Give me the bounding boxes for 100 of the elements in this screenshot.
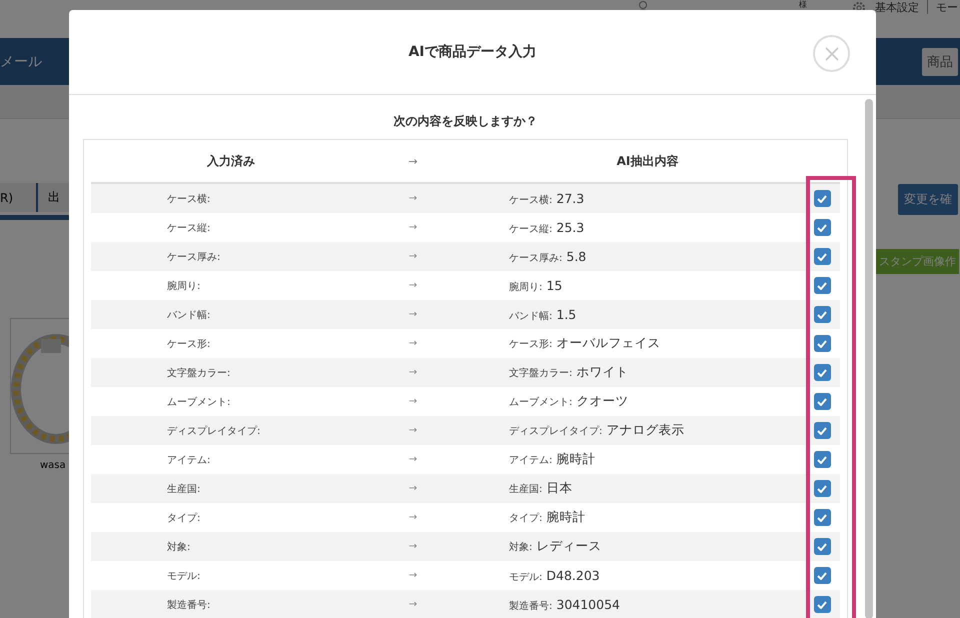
field-label: バンド幅: xyxy=(509,310,552,322)
field-value: 腕時計 xyxy=(546,509,586,526)
tab[interactable]: R) xyxy=(0,183,38,212)
nav-title: メール xyxy=(0,52,42,70)
field-value: 15 xyxy=(546,278,562,292)
check-icon xyxy=(817,514,827,522)
mode-link[interactable]: モー xyxy=(936,0,958,15)
arrow-text: → xyxy=(408,367,418,378)
field-label: 文字盤カラー: xyxy=(166,366,232,380)
close-icon xyxy=(824,46,840,62)
field-label: 対象: xyxy=(509,540,532,554)
question-text: 次の内容を反映しますか？ xyxy=(392,113,538,130)
field-value: 27.3 xyxy=(556,190,584,206)
checkbox[interactable] xyxy=(814,219,830,236)
check-icon xyxy=(817,194,827,202)
arrow-text: → xyxy=(408,222,418,233)
arrow-text: → xyxy=(408,193,418,204)
check-icon xyxy=(817,426,827,434)
confirm-button[interactable]: 変更を確 xyxy=(898,184,958,215)
arrow-text: → xyxy=(408,570,418,581)
field-value: 1.5 xyxy=(556,306,576,322)
check-icon xyxy=(817,484,827,492)
checkbox[interactable] xyxy=(814,190,830,207)
arrow-text: → xyxy=(407,154,419,168)
field-label: モデル: xyxy=(509,570,542,584)
field-label: アイテム: xyxy=(509,454,552,467)
field-label: ムーブメント: xyxy=(509,396,572,409)
check-icon xyxy=(817,600,827,608)
field-value: 5.8 xyxy=(566,248,586,264)
check-icon xyxy=(817,340,827,348)
field-label: 生産国: xyxy=(166,482,202,496)
field-value: 30410054 xyxy=(556,596,620,612)
field-label: ケース形: xyxy=(509,338,552,351)
column-header: AI抽出内容 xyxy=(616,152,680,170)
arrow-text: → xyxy=(408,599,418,610)
field-label: アイテム: xyxy=(166,454,212,466)
checkbox[interactable] xyxy=(814,306,830,323)
checkbox[interactable] xyxy=(814,451,830,468)
checkbox[interactable] xyxy=(814,335,830,352)
checkbox[interactable] xyxy=(814,248,830,265)
dialog-title: AIで商品データ入力 xyxy=(408,43,537,61)
checkbox[interactable] xyxy=(814,596,830,613)
checkbox[interactable] xyxy=(814,364,830,381)
field-value: ホワイト xyxy=(576,364,628,381)
column-header: 入力済み xyxy=(206,152,256,170)
field-label: ケース形: xyxy=(166,338,212,350)
check-icon xyxy=(817,224,827,232)
field-label: ケース厚み: xyxy=(509,252,562,264)
scrollbar-thumb[interactable] xyxy=(865,99,873,618)
account-text: 様 xyxy=(799,0,807,9)
check-icon xyxy=(817,398,827,406)
field-label: ケース縦: xyxy=(166,222,212,234)
checkbox[interactable] xyxy=(814,567,830,584)
check-icon xyxy=(817,368,827,376)
field-label: 腕周り: xyxy=(509,280,542,294)
checkbox[interactable] xyxy=(814,422,830,439)
check-icon xyxy=(817,572,827,580)
arrow-text: → xyxy=(408,280,418,291)
field-label: タイプ: xyxy=(166,512,202,524)
field-label: ディスプレイタイプ: xyxy=(166,424,262,438)
field-value: クオーツ xyxy=(576,393,628,410)
arrow-text: → xyxy=(408,425,418,436)
field-label: ディスプレイタイプ: xyxy=(509,424,602,438)
field-label: バンド幅: xyxy=(166,308,212,322)
checkbox[interactable] xyxy=(814,538,830,555)
arrow-text: → xyxy=(408,396,418,407)
settings-link[interactable]: 基本設定 xyxy=(875,0,919,15)
checkbox[interactable] xyxy=(814,393,830,410)
product-button[interactable]: 商品 xyxy=(922,48,958,76)
field-value: 日本 xyxy=(546,480,572,497)
field-label: 製造番号: xyxy=(166,598,212,612)
field-value: 25.3 xyxy=(556,220,584,234)
check-icon xyxy=(817,456,827,464)
check-icon xyxy=(817,310,827,318)
checkbox[interactable] xyxy=(814,480,830,497)
field-label: タイプ: xyxy=(509,512,542,525)
arrow-text: → xyxy=(408,454,418,465)
field-label: 文字盤カラー: xyxy=(509,366,572,380)
field-label: 腕周り: xyxy=(166,280,202,292)
field-label: ケース縦: xyxy=(509,222,552,236)
product-caption: wasa xyxy=(40,460,66,471)
field-label: モデル: xyxy=(166,570,202,582)
field-value: レディース xyxy=(536,538,602,555)
arrow-text: → xyxy=(408,338,418,349)
checkbox[interactable] xyxy=(814,277,830,294)
arrow-text: → xyxy=(408,483,418,494)
field-value: D48.203 xyxy=(546,568,600,582)
field-label: 製造番号: xyxy=(509,600,552,612)
field-value: アナログ表示 xyxy=(606,422,684,439)
check-icon xyxy=(817,282,827,290)
field-value: 腕時計 xyxy=(556,451,596,468)
check-icon xyxy=(817,252,827,260)
field-label: ケース横: xyxy=(166,192,212,206)
field-label: ケース横: xyxy=(509,194,552,206)
field-label: 対象: xyxy=(166,540,192,554)
arrow-text: → xyxy=(408,512,418,523)
checkbox[interactable] xyxy=(814,509,830,526)
arrow-text: → xyxy=(408,541,418,552)
check-icon xyxy=(817,542,827,550)
arrow-text: → xyxy=(408,309,418,320)
